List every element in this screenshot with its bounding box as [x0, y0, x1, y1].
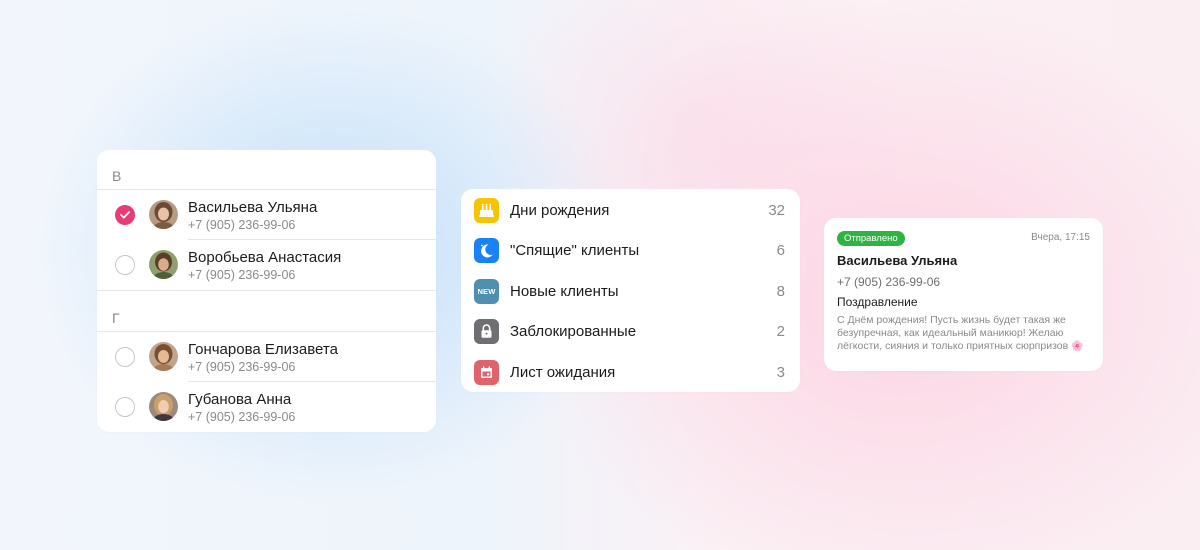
- checkmark-icon: [120, 211, 130, 219]
- message-body: С Днём рождения! Пусть жизнь будет такая…: [837, 314, 1095, 353]
- avatar: [149, 342, 178, 371]
- message-subject: Поздравление: [837, 295, 918, 309]
- message-timestamp: Вчера, 17:15: [1031, 232, 1090, 243]
- contact-phone: +7 (905) 236-99-06: [188, 360, 296, 374]
- contact-row[interactable]: Васильева Ульяна +7 (905) 236-99-06: [97, 190, 436, 240]
- avatar: [149, 250, 178, 279]
- section-header-v: В: [112, 168, 122, 184]
- moon-icon: [474, 238, 499, 263]
- segment-item-waiting-list[interactable]: Лист ожидания 3: [461, 352, 800, 392]
- recipient-name: Васильева Ульяна: [837, 253, 958, 268]
- segment-label: Заблокированные: [510, 323, 637, 340]
- contact-name: Гончарова Елизавета: [188, 341, 338, 358]
- segment-count: 3: [776, 364, 785, 381]
- contact-name: Губанова Анна: [188, 391, 292, 408]
- contacts-list-card: В Васильева Ульяна +7 (905) 236-99-06 Во…: [97, 150, 436, 432]
- contact-phone: +7 (905) 236-99-06: [188, 410, 296, 424]
- new-badge-icon: NEW: [474, 279, 499, 304]
- contact-row[interactable]: Губанова Анна +7 (905) 236-99-06: [97, 382, 436, 432]
- segment-count: 2: [776, 323, 785, 340]
- segment-label: "Спящие" клиенты: [510, 242, 640, 259]
- segment-item-new-clients[interactable]: NEW Новые клиенты 8: [461, 271, 800, 311]
- client-segments-card: Дни рождения 32 "Спящие" клиенты 6 NEW Н…: [461, 189, 800, 392]
- status-badge: Отправлено: [837, 231, 905, 246]
- segment-label: Лист ожидания: [510, 364, 616, 381]
- contact-row[interactable]: Гончарова Елизавета +7 (905) 236-99-06: [97, 332, 436, 382]
- segment-count: 32: [768, 202, 785, 219]
- segment-count: 8: [776, 283, 785, 300]
- contact-phone: +7 (905) 236-99-06: [188, 218, 296, 232]
- segment-count: 6: [776, 242, 785, 259]
- new-badge-text: NEW: [477, 287, 496, 296]
- segment-label: Дни рождения: [510, 202, 610, 219]
- segment-item-blocked[interactable]: Заблокированные 2: [461, 311, 800, 351]
- unselected-checkbox[interactable]: [115, 347, 135, 367]
- segment-item-birthdays[interactable]: Дни рождения 32: [461, 190, 800, 230]
- lock-icon: [474, 319, 499, 344]
- selected-checkbox[interactable]: [115, 205, 135, 225]
- flower-emoji-icon: 🌸: [1071, 341, 1084, 352]
- recipient-phone: +7 (905) 236-99-06: [837, 275, 941, 289]
- section-header-g: Г: [112, 310, 120, 326]
- cake-icon: [474, 198, 499, 223]
- sent-message-card: Отправлено Вчера, 17:15 Васильева Ульяна…: [824, 218, 1103, 371]
- calendar-icon: [474, 360, 499, 385]
- unselected-checkbox[interactable]: [115, 255, 135, 275]
- contact-name: Васильева Ульяна: [188, 199, 318, 216]
- avatar: [149, 200, 178, 229]
- contact-phone: +7 (905) 236-99-06: [188, 268, 296, 282]
- contact-name: Воробьева Анастасия: [188, 249, 342, 266]
- unselected-checkbox[interactable]: [115, 397, 135, 417]
- avatar: [149, 392, 178, 421]
- segment-item-sleeping-clients[interactable]: "Спящие" клиенты 6: [461, 230, 800, 270]
- divider: [97, 290, 436, 291]
- segment-label: Новые клиенты: [510, 283, 619, 300]
- message-text: С Днём рождения! Пусть жизнь будет такая…: [837, 314, 1069, 352]
- contact-row[interactable]: Воробьева Анастасия +7 (905) 236-99-06: [97, 240, 436, 290]
